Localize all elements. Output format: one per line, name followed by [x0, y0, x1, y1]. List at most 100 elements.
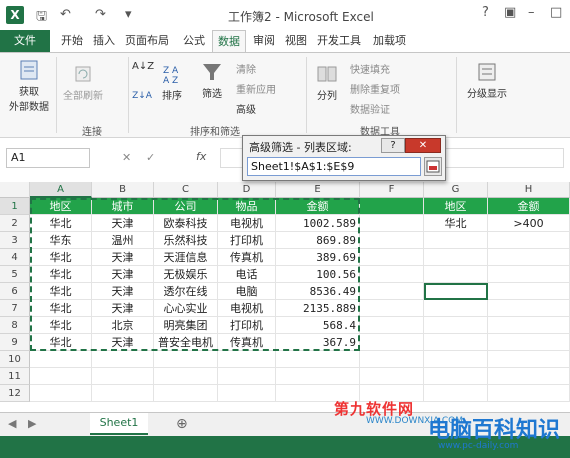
- cell-f4[interactable]: [360, 249, 424, 266]
- ribbon-display-icon[interactable]: ▣: [504, 5, 516, 20]
- cell-h6[interactable]: [488, 283, 570, 300]
- redo-icon[interactable]: ↷: [95, 7, 106, 22]
- cell-f1[interactable]: [360, 198, 424, 215]
- tab-view[interactable]: 视图: [280, 30, 312, 52]
- sort-az-icon[interactable]: A↓Z: [132, 61, 154, 72]
- cell-a5[interactable]: 华北: [30, 266, 92, 283]
- cell-d5[interactable]: 电话: [218, 266, 276, 283]
- column-header-d[interactable]: D: [218, 182, 276, 198]
- cell-b11[interactable]: [92, 368, 154, 385]
- text-to-columns-button[interactable]: 分列: [312, 63, 342, 102]
- cell-h4[interactable]: [488, 249, 570, 266]
- reapply-button[interactable]: 重新应用: [236, 81, 276, 96]
- cell-e4[interactable]: 389.69: [276, 249, 360, 266]
- cell-e8[interactable]: 568.4: [276, 317, 360, 334]
- cell-b4[interactable]: 天津: [92, 249, 154, 266]
- tab-data[interactable]: 数据: [212, 30, 246, 52]
- cell-f9[interactable]: [360, 334, 424, 351]
- help-icon[interactable]: ?: [482, 5, 489, 20]
- cell-d11[interactable]: [218, 368, 276, 385]
- cell-b3[interactable]: 温州: [92, 232, 154, 249]
- cell-d4[interactable]: 传真机: [218, 249, 276, 266]
- cell-g2[interactable]: 华北: [424, 215, 488, 232]
- cell-b12[interactable]: [92, 385, 154, 402]
- cell-c5[interactable]: 无极娱乐: [154, 266, 218, 283]
- cell-e5[interactable]: 100.56: [276, 266, 360, 283]
- row-header-9[interactable]: 9: [0, 334, 30, 351]
- cell-h5[interactable]: [488, 266, 570, 283]
- tab-home[interactable]: 开始: [56, 30, 88, 52]
- cell-h12[interactable]: [488, 385, 570, 402]
- cell-c3[interactable]: 乐然科技: [154, 232, 218, 249]
- cell-d9[interactable]: 传真机: [218, 334, 276, 351]
- cell-f10[interactable]: [360, 351, 424, 368]
- cancel-icon[interactable]: ✕: [122, 151, 131, 164]
- cell-g11[interactable]: [424, 368, 488, 385]
- cell-b10[interactable]: [92, 351, 154, 368]
- tab-addins[interactable]: 加载项: [368, 30, 411, 52]
- cell-f5[interactable]: [360, 266, 424, 283]
- cell-h10[interactable]: [488, 351, 570, 368]
- cell-g4[interactable]: [424, 249, 488, 266]
- cell-h9[interactable]: [488, 334, 570, 351]
- cell-f7[interactable]: [360, 300, 424, 317]
- cell-b8[interactable]: 北京: [92, 317, 154, 334]
- cell-b2[interactable]: 天津: [92, 215, 154, 232]
- cell-d6[interactable]: 电脑: [218, 283, 276, 300]
- cell-e2[interactable]: 1002.589: [276, 215, 360, 232]
- undo-icon[interactable]: ↶: [60, 7, 71, 22]
- cell-g3[interactable]: [424, 232, 488, 249]
- cell-b7[interactable]: 天津: [92, 300, 154, 317]
- cell-g10[interactable]: [424, 351, 488, 368]
- cell-a3[interactable]: 华东: [30, 232, 92, 249]
- minimize-icon[interactable]: –: [528, 5, 535, 20]
- cell-a1[interactable]: 地区: [30, 198, 92, 215]
- cell-c9[interactable]: 普安全电机: [154, 334, 218, 351]
- column-header-f[interactable]: F: [360, 182, 424, 198]
- tab-insert[interactable]: 插入: [88, 30, 120, 52]
- cell-b1[interactable]: 城市: [92, 198, 154, 215]
- cell-a11[interactable]: [30, 368, 92, 385]
- cell-g7[interactable]: [424, 300, 488, 317]
- excel-app-icon[interactable]: X: [6, 6, 24, 24]
- tab-developer[interactable]: 开发工具: [312, 30, 366, 52]
- dialog-close-button[interactable]: ✕: [405, 138, 441, 153]
- cell-c4[interactable]: 天涯信息: [154, 249, 218, 266]
- cell-c1[interactable]: 公司: [154, 198, 218, 215]
- column-header-a[interactable]: A: [30, 182, 92, 198]
- column-header-c[interactable]: C: [154, 182, 218, 198]
- cell-g6[interactable]: [424, 283, 488, 300]
- cell-e9[interactable]: 367.9: [276, 334, 360, 351]
- worksheet-grid[interactable]: A B C D E F G H 1 地区 城市 公司 物品 金额 地区 金额 2 华北 天津 欧泰科技 电视机 1002.…: [0, 182, 570, 412]
- enter-icon[interactable]: ✓: [146, 151, 155, 164]
- cell-a6[interactable]: 华北: [30, 283, 92, 300]
- row-header-10[interactable]: 10: [0, 351, 30, 368]
- maximize-icon[interactable]: □: [550, 5, 562, 20]
- scroll-left-icon[interactable]: ◀: [8, 417, 16, 430]
- cell-f8[interactable]: [360, 317, 424, 334]
- list-range-input[interactable]: Sheet1!$A$1:$E$9: [247, 157, 421, 176]
- cell-d8[interactable]: 打印机: [218, 317, 276, 334]
- row-header-4[interactable]: 4: [0, 249, 30, 266]
- row-header-8[interactable]: 8: [0, 317, 30, 334]
- row-header-11[interactable]: 11: [0, 368, 30, 385]
- name-box[interactable]: A1: [6, 148, 90, 168]
- tab-page-layout[interactable]: 页面布局: [120, 30, 174, 52]
- cell-f3[interactable]: [360, 232, 424, 249]
- column-header-e[interactable]: E: [276, 182, 360, 198]
- cell-d7[interactable]: 电视机: [218, 300, 276, 317]
- cell-e7[interactable]: 2135.889: [276, 300, 360, 317]
- cell-d3[interactable]: 打印机: [218, 232, 276, 249]
- cell-g5[interactable]: [424, 266, 488, 283]
- cell-b5[interactable]: 天津: [92, 266, 154, 283]
- cell-c8[interactable]: 明亮集团: [154, 317, 218, 334]
- cell-e10[interactable]: [276, 351, 360, 368]
- cell-e3[interactable]: 869.89: [276, 232, 360, 249]
- cell-b9[interactable]: 天津: [92, 334, 154, 351]
- cell-g9[interactable]: [424, 334, 488, 351]
- cell-d2[interactable]: 电视机: [218, 215, 276, 232]
- get-external-data-button[interactable]: 获取 外部数据: [6, 59, 52, 113]
- row-header-2[interactable]: 2: [0, 215, 30, 232]
- advanced-button[interactable]: 高级: [236, 101, 256, 116]
- sheet-tab-sheet1[interactable]: Sheet1: [90, 413, 148, 435]
